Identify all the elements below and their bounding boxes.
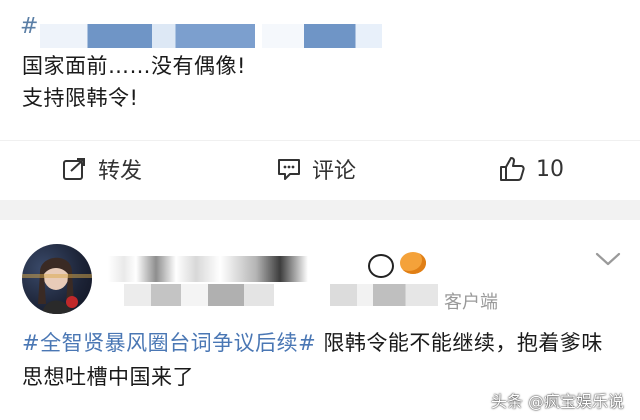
blurred-name-block xyxy=(108,256,308,282)
panda-icon xyxy=(368,254,394,278)
repost-icon xyxy=(63,158,85,180)
blurred-username-block xyxy=(40,24,255,48)
blurred-time-block xyxy=(330,284,438,306)
hashtag-fragment: # xyxy=(20,14,39,39)
post-line-1: 国家面前……没有偶像! xyxy=(22,54,246,78)
post-body: #全智贤暴风圈台词争议后续# 限韩令能不能继续，抱着爹味思想吐槽中国来了 xyxy=(22,326,622,394)
like-count: 10 xyxy=(536,156,564,182)
comment-label: 评论 xyxy=(312,159,357,184)
repost-button[interactable]: 转发 xyxy=(62,149,142,189)
client-label: 客户端 xyxy=(444,292,498,313)
watermark: 头条 @疯宝娱乐说 xyxy=(491,388,624,412)
like-button[interactable]: 10 xyxy=(498,149,564,189)
thumbs-up-icon xyxy=(500,157,525,181)
blurred-meta-block xyxy=(124,284,274,306)
action-bar: 转发 评论 10 xyxy=(0,140,640,197)
comment-icon xyxy=(278,159,300,180)
post-line-2: 支持限韩令! xyxy=(22,86,139,110)
hashtag-link[interactable]: #全智贤暴风圈台词争议后续# xyxy=(22,331,316,355)
fish-icon xyxy=(400,252,426,274)
card-separator xyxy=(0,200,640,220)
post-card-1: # 国家面前……没有偶像! 支持限韩令! 转发 评论 10 xyxy=(0,0,640,200)
watermark-text: 头条 @疯宝娱乐说 xyxy=(490,392,624,411)
chevron-down-icon[interactable] xyxy=(594,250,622,268)
blurred-name-block xyxy=(262,24,382,48)
post-body: 国家面前……没有偶像! 支持限韩令! xyxy=(22,50,246,114)
post-card-2: 客户端 #全智贤暴风圈台词争议后续# 限韩令能不能继续，抱着爹味思想吐槽中国来了… xyxy=(0,220,640,420)
avatar[interactable] xyxy=(22,244,92,314)
avatar-image xyxy=(22,257,92,314)
comment-button[interactable]: 评论 xyxy=(276,149,356,189)
repost-label: 转发 xyxy=(98,159,143,184)
